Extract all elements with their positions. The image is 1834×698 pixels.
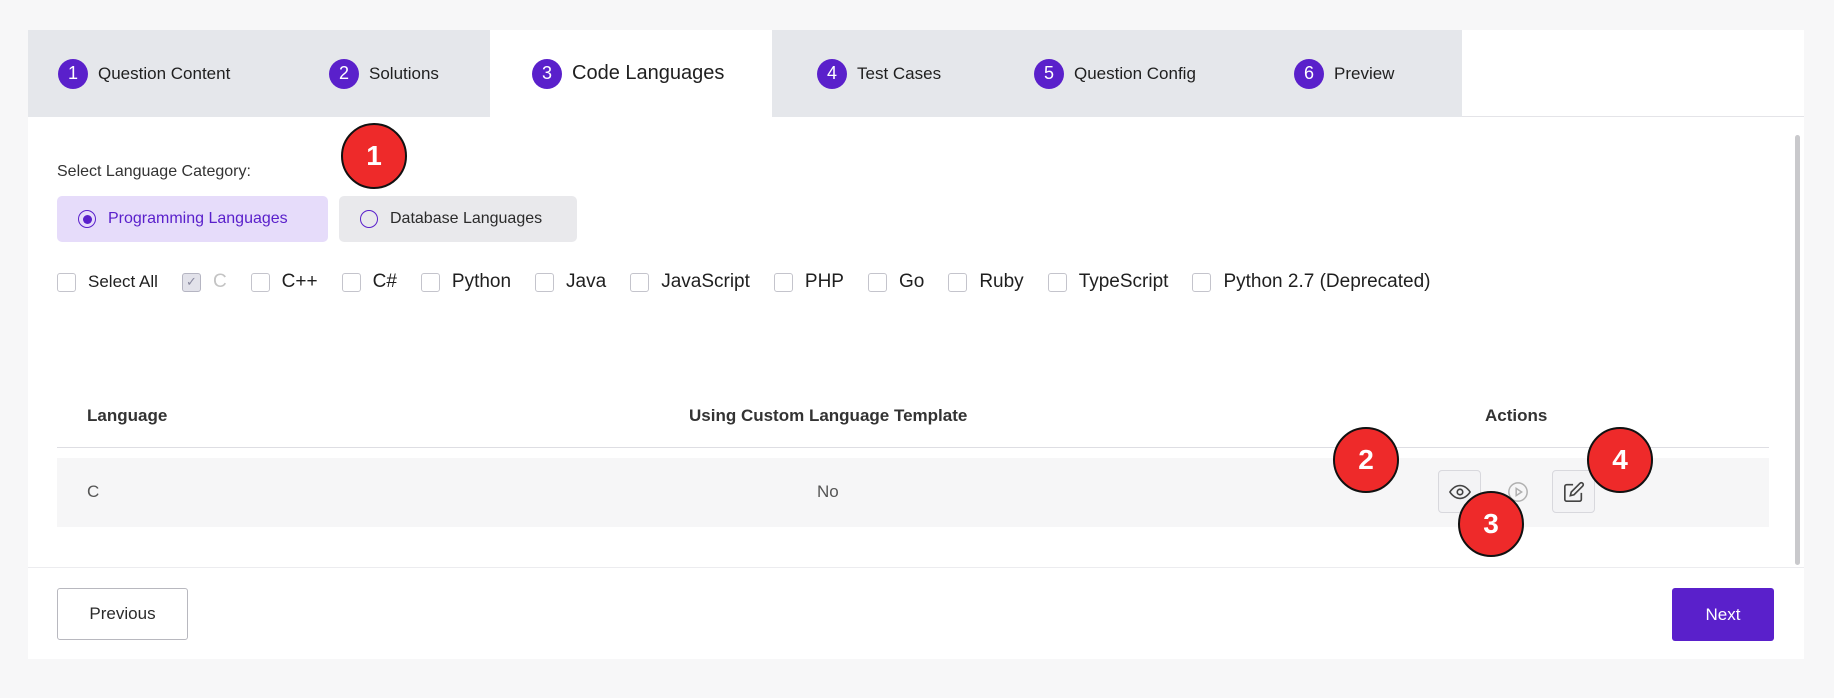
step-preview[interactable]: 6 Preview xyxy=(1248,30,1462,117)
step-test-cases[interactable]: 4 Test Cases xyxy=(772,30,1008,117)
database-languages-option[interactable]: Database Languages xyxy=(339,196,577,242)
step-question-content[interactable]: 1 Question Content xyxy=(28,30,298,117)
language-checkbox-go[interactable]: Go xyxy=(867,271,925,293)
language-checkbox-python27[interactable]: Python 2.7 (Deprecated) xyxy=(1192,271,1430,293)
step-inner: 1 Question Content xyxy=(58,58,231,89)
language-checkbox-java[interactable]: Java xyxy=(535,271,606,293)
programming-languages-option[interactable]: Programming Languages xyxy=(57,196,328,242)
language-checkbox-list: Select All ✓ C C++ C# Python Java JavaSc… xyxy=(57,270,1454,294)
language-checkbox-python[interactable]: Python xyxy=(420,271,512,293)
checkbox-icon xyxy=(535,272,555,292)
checkbox-icon xyxy=(867,272,887,292)
checkbox-label: JavaScript xyxy=(661,271,750,292)
step-question-config[interactable]: 5 Question Config xyxy=(988,30,1268,117)
select-all-checkbox[interactable]: Select All xyxy=(57,272,158,292)
option-label: Programming Languages xyxy=(108,210,288,227)
checkbox-icon xyxy=(773,272,793,292)
checkbox-label: C xyxy=(212,271,227,292)
scrollbar[interactable] xyxy=(1795,135,1800,565)
language-checkbox-csharp[interactable]: C# xyxy=(341,271,397,293)
step-label: Preview xyxy=(1334,63,1395,83)
header-custom-template: Using Custom Language Template xyxy=(689,406,968,425)
cell-language: C xyxy=(87,482,100,501)
step-label: Question Content xyxy=(98,63,231,83)
step-solutions[interactable]: 2 Solutions xyxy=(282,30,508,117)
checkbox-icon xyxy=(57,272,76,292)
step-label: Test Cases xyxy=(857,63,942,83)
step-label: Question Config xyxy=(1074,63,1196,83)
checkbox-icon xyxy=(420,272,440,292)
edit-button[interactable] xyxy=(1552,470,1595,513)
step-number: 3 xyxy=(532,58,562,89)
language-checkbox-javascript[interactable]: JavaScript xyxy=(630,271,750,293)
step-number: 4 xyxy=(817,58,847,89)
checkbox-label: Select All xyxy=(88,272,158,291)
language-checkbox-c[interactable]: ✓ C xyxy=(181,271,227,293)
checkbox-label: Ruby xyxy=(979,271,1024,292)
step-inner: 5 Question Config xyxy=(1034,58,1196,89)
cell-custom-template: No xyxy=(817,482,839,501)
checkbox-icon xyxy=(948,272,968,292)
checkbox-label: PHP xyxy=(804,271,844,292)
step-number: 1 xyxy=(58,58,88,89)
step-code-languages[interactable]: 3 Code Languages xyxy=(490,30,780,117)
header-actions: Actions xyxy=(1485,406,1548,425)
header-language: Language xyxy=(87,406,168,425)
previous-button[interactable]: Previous xyxy=(57,588,188,640)
checkbox-checked-icon: ✓ xyxy=(181,272,201,292)
checkbox-icon xyxy=(1047,272,1067,292)
checkbox-icon xyxy=(341,272,361,292)
edit-icon xyxy=(1563,481,1584,502)
language-checkbox-php[interactable]: PHP xyxy=(773,271,844,293)
step-inner: 3 Code Languages xyxy=(532,58,725,89)
table-header: Language Using Custom Language Template … xyxy=(57,385,1769,448)
stepper: 1 Question Content 2 Solutions 3 Code La… xyxy=(28,30,1804,117)
step-label: Solutions xyxy=(369,63,439,83)
checkbox-label: TypeScript xyxy=(1078,271,1169,292)
step-number: 6 xyxy=(1294,58,1324,89)
language-category-label: Select Language Category: xyxy=(57,163,251,180)
question-editor-card: 1 Question Content 2 Solutions 3 Code La… xyxy=(28,30,1804,659)
checkbox-label: C# xyxy=(372,271,397,292)
step-number: 2 xyxy=(329,58,359,89)
checkbox-label: Java xyxy=(566,271,607,292)
radio-selected-icon xyxy=(78,210,96,228)
step-number: 5 xyxy=(1034,58,1064,89)
language-checkbox-typescript[interactable]: TypeScript xyxy=(1047,271,1169,293)
checkbox-icon xyxy=(250,272,270,292)
step-inner: 4 Test Cases xyxy=(817,58,942,89)
checkbox-icon xyxy=(630,272,650,292)
radio-unselected-icon xyxy=(360,210,378,228)
step-inner: 6 Preview xyxy=(1294,58,1395,89)
annotation-marker-2: 2 xyxy=(1333,427,1399,493)
option-label: Database Languages xyxy=(390,210,543,227)
step-inner: 2 Solutions xyxy=(329,58,439,89)
next-button[interactable]: Next xyxy=(1672,588,1774,641)
annotation-marker-4: 4 xyxy=(1587,427,1653,493)
language-checkbox-cpp[interactable]: C++ xyxy=(250,271,318,293)
checkbox-label: C++ xyxy=(281,271,318,292)
step-label: Code Languages xyxy=(572,62,725,84)
language-checkbox-ruby[interactable]: Ruby xyxy=(948,271,1024,293)
footer-divider xyxy=(28,567,1804,568)
checkbox-label: Python xyxy=(451,271,512,292)
checkbox-label: Go xyxy=(898,271,925,292)
checkbox-label: Python 2.7 (Deprecated) xyxy=(1223,271,1431,292)
checkbox-icon xyxy=(1192,272,1212,292)
annotation-marker-1: 1 xyxy=(341,123,407,189)
annotation-marker-3: 3 xyxy=(1458,491,1524,557)
